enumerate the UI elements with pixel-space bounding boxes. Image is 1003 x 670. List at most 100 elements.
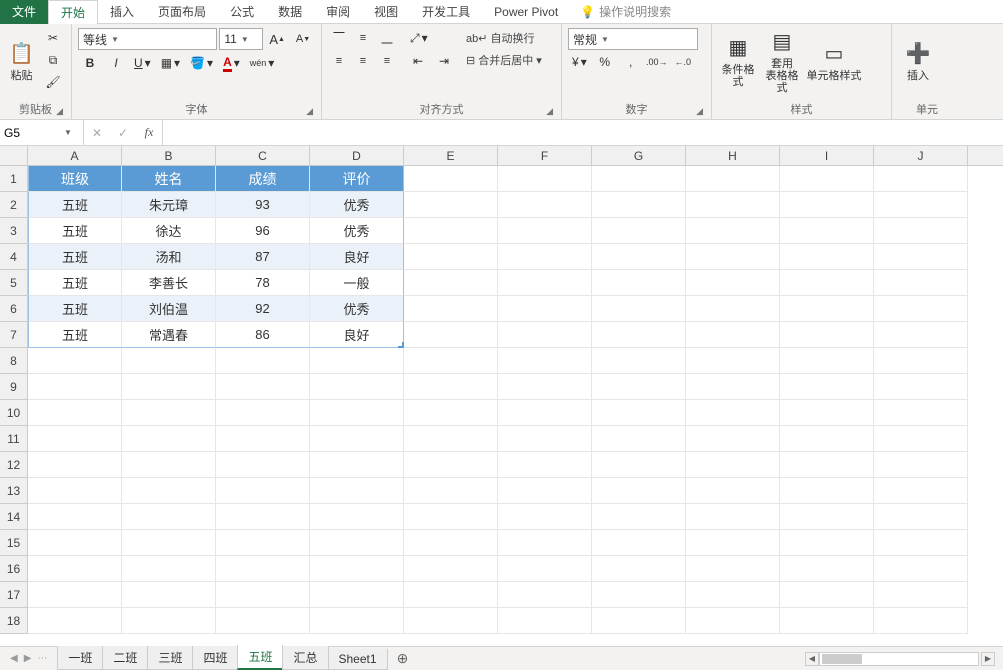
row-header[interactable]: 3 bbox=[0, 218, 28, 244]
row-header[interactable]: 16 bbox=[0, 556, 28, 582]
sheet-nav-more[interactable]: ⋯ bbox=[35, 653, 49, 664]
cell[interactable] bbox=[216, 582, 310, 608]
row-header[interactable]: 2 bbox=[0, 192, 28, 218]
cell-styles-button[interactable]: ▭单元格样式 bbox=[806, 28, 862, 94]
cell[interactable] bbox=[404, 426, 498, 452]
decrease-decimal-button[interactable]: ←.0 bbox=[671, 52, 695, 72]
cell[interactable]: 汤和 bbox=[122, 244, 216, 270]
cell[interactable]: 86 bbox=[216, 322, 310, 348]
increase-indent-button[interactable]: ⇥ bbox=[432, 51, 456, 71]
scroll-track[interactable] bbox=[819, 652, 979, 666]
name-box-input[interactable] bbox=[4, 126, 64, 140]
cell[interactable] bbox=[122, 608, 216, 634]
cell[interactable] bbox=[592, 582, 686, 608]
cell[interactable] bbox=[122, 400, 216, 426]
cell[interactable] bbox=[874, 270, 968, 296]
tab-view[interactable]: 视图 bbox=[362, 0, 410, 24]
cell[interactable] bbox=[122, 530, 216, 556]
cell[interactable] bbox=[310, 348, 404, 374]
cell[interactable] bbox=[404, 556, 498, 582]
format-as-table-button[interactable]: ▤套用 表格格式 bbox=[762, 28, 802, 94]
tab-powerpivot[interactable]: Power Pivot bbox=[482, 0, 570, 24]
cell[interactable] bbox=[122, 504, 216, 530]
enter-formula-button[interactable]: ✓ bbox=[110, 120, 136, 145]
cell[interactable] bbox=[780, 504, 874, 530]
cells-area[interactable]: 班级姓名成绩评价五班朱元璋93优秀五班徐达96优秀五班汤和87良好五班李善长78… bbox=[28, 166, 968, 634]
cell[interactable]: 五班 bbox=[28, 296, 122, 322]
cell[interactable] bbox=[122, 374, 216, 400]
sheet-tab[interactable]: 汇总 bbox=[282, 646, 328, 670]
clipboard-launcher[interactable]: ◢ bbox=[56, 106, 63, 117]
cell[interactable] bbox=[498, 244, 592, 270]
tab-formulas[interactable]: 公式 bbox=[218, 0, 266, 24]
cell[interactable] bbox=[874, 166, 968, 192]
cell[interactable]: 93 bbox=[216, 192, 310, 218]
cell[interactable] bbox=[216, 530, 310, 556]
chevron-down-icon[interactable]: ▼ bbox=[64, 128, 72, 137]
cell[interactable] bbox=[592, 478, 686, 504]
cell[interactable] bbox=[404, 270, 498, 296]
cell[interactable]: 五班 bbox=[28, 270, 122, 296]
cell[interactable] bbox=[592, 400, 686, 426]
cell[interactable] bbox=[592, 322, 686, 348]
cell[interactable] bbox=[498, 270, 592, 296]
cell[interactable] bbox=[498, 374, 592, 400]
cell[interactable] bbox=[780, 608, 874, 634]
copy-button[interactable]: ⧉ bbox=[41, 50, 65, 70]
align-right-button[interactable]: ≡ bbox=[376, 51, 398, 71]
cell[interactable] bbox=[498, 348, 592, 374]
cell[interactable] bbox=[780, 296, 874, 322]
font-color-button[interactable]: A▾ bbox=[219, 53, 244, 73]
increase-font-button[interactable]: A▲ bbox=[265, 29, 289, 49]
cell[interactable] bbox=[874, 556, 968, 582]
row-header[interactable]: 18 bbox=[0, 608, 28, 634]
cell[interactable] bbox=[28, 504, 122, 530]
cell[interactable] bbox=[592, 270, 686, 296]
number-format-combo[interactable]: 常规▼ bbox=[568, 28, 698, 50]
row-header[interactable]: 11 bbox=[0, 426, 28, 452]
cell[interactable] bbox=[404, 218, 498, 244]
sheet-tab[interactable]: 一班 bbox=[57, 646, 103, 670]
column-header[interactable]: J bbox=[874, 146, 968, 166]
cell[interactable] bbox=[498, 452, 592, 478]
cell[interactable] bbox=[780, 426, 874, 452]
cell[interactable]: 五班 bbox=[28, 192, 122, 218]
cell[interactable] bbox=[592, 452, 686, 478]
cell[interactable] bbox=[216, 348, 310, 374]
cell[interactable] bbox=[498, 400, 592, 426]
cell[interactable]: 92 bbox=[216, 296, 310, 322]
cell[interactable] bbox=[592, 374, 686, 400]
cell[interactable] bbox=[310, 426, 404, 452]
cell[interactable] bbox=[780, 556, 874, 582]
cell[interactable] bbox=[498, 218, 592, 244]
cell[interactable] bbox=[404, 478, 498, 504]
cell[interactable] bbox=[28, 530, 122, 556]
phonetic-button[interactable]: wén▾ bbox=[246, 53, 279, 73]
wrap-text-button[interactable]: ab↵自动换行 bbox=[466, 28, 542, 48]
cell[interactable] bbox=[404, 374, 498, 400]
cell[interactable] bbox=[28, 374, 122, 400]
cell[interactable] bbox=[216, 452, 310, 478]
cell[interactable] bbox=[874, 296, 968, 322]
cell[interactable] bbox=[686, 426, 780, 452]
cell[interactable] bbox=[404, 244, 498, 270]
cell[interactable] bbox=[686, 504, 780, 530]
cell[interactable] bbox=[780, 400, 874, 426]
sheet-tab[interactable]: 三班 bbox=[147, 646, 193, 670]
merge-center-button[interactable]: ⊟合并后居中▾ bbox=[466, 50, 542, 70]
cell[interactable]: 五班 bbox=[28, 218, 122, 244]
align-top-button[interactable]: ⎺ bbox=[328, 28, 350, 48]
scroll-right-button[interactable]: ▶ bbox=[981, 652, 995, 666]
cell[interactable] bbox=[686, 478, 780, 504]
borders-button[interactable]: ▦▾ bbox=[157, 53, 184, 73]
tell-me-search[interactable]: 💡 操作说明搜索 bbox=[570, 3, 681, 20]
cell[interactable] bbox=[122, 478, 216, 504]
cell[interactable] bbox=[592, 426, 686, 452]
column-header[interactable]: B bbox=[122, 146, 216, 166]
cell[interactable] bbox=[28, 400, 122, 426]
cell[interactable] bbox=[310, 556, 404, 582]
cell[interactable] bbox=[122, 582, 216, 608]
new-sheet-button[interactable]: ⊕ bbox=[393, 650, 413, 667]
cell[interactable] bbox=[874, 374, 968, 400]
cell[interactable] bbox=[780, 192, 874, 218]
